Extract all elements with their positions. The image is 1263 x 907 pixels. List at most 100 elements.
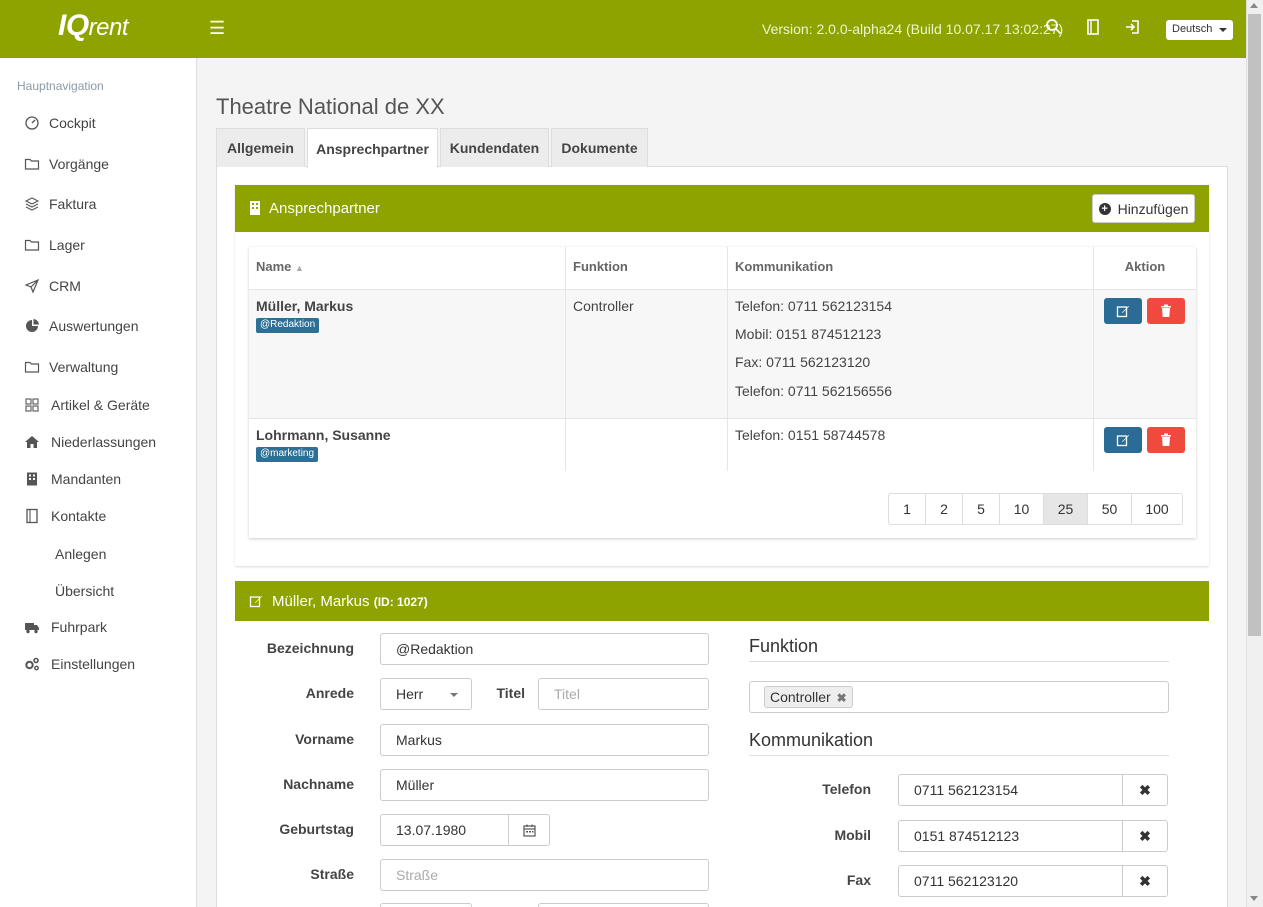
funktion-tag: Controller ✖︎ <box>764 686 853 708</box>
page-size-5[interactable]: 5 <box>963 494 1000 524</box>
sidebar-subitem-anlegen[interactable]: Anlegen <box>55 546 106 562</box>
calendar-button[interactable] <box>508 814 550 846</box>
contact-name: Müller, Markus <box>256 298 354 314</box>
sidebar-subitem-uebersicht[interactable]: Übersicht <box>55 583 114 599</box>
table-row[interactable] <box>249 290 1196 418</box>
page-size-1[interactable]: 1 <box>889 494 926 524</box>
contact-comm: Mobil: 0151 874512123 <box>735 326 882 342</box>
remove-fax-button[interactable]: ✖︎ <box>1122 865 1168 897</box>
contact-comm: Telefon: 0711 562123154 <box>735 298 892 314</box>
edit-button[interactable] <box>1104 427 1142 453</box>
column-header-aktion: Aktion <box>1124 259 1166 274</box>
page-size-100[interactable]: 100 <box>1132 494 1182 524</box>
edit-icon <box>1116 306 1129 318</box>
building-icon <box>27 472 37 486</box>
sidebar-item-mandanten[interactable]: Mandanten <box>24 468 121 490</box>
geburtstag-input[interactable]: 13.07.1980 <box>380 814 509 846</box>
anrede-select[interactable]: Herr <box>380 678 472 710</box>
sidebar-item-niederlassungen[interactable]: Niederlassungen <box>24 431 156 453</box>
delete-button[interactable] <box>1147 427 1185 453</box>
sidebar-item-lager[interactable]: Lager <box>24 234 85 256</box>
calendar-icon <box>522 824 536 837</box>
tab-ansprechpartner[interactable]: Ansprechpartner <box>307 128 438 168</box>
cogs-icon <box>25 657 39 671</box>
fax-label: Fax <box>846 872 871 888</box>
tab-allgemein[interactable]: Allgemein <box>216 128 305 167</box>
edit-icon <box>249 596 262 608</box>
paper-plane-icon <box>24 278 40 294</box>
vorname-label: Vorname <box>295 731 354 747</box>
page-size-10[interactable]: 10 <box>1000 494 1044 524</box>
page-size-2[interactable]: 2 <box>926 494 963 524</box>
version-label: Version: 2.0.0-alpha24 (Build 10.07.17 1… <box>762 21 1064 37</box>
ort-input[interactable] <box>538 903 709 907</box>
vorname-input[interactable]: Markus <box>380 724 709 756</box>
telefon-label: Telefon <box>822 781 871 797</box>
sort-icon: ▲︎ <box>295 263 304 273</box>
sidebar-item-verwaltung[interactable]: Verwaltung <box>24 356 118 378</box>
sidebar-item-crm[interactable]: CRM <box>24 275 81 297</box>
table-row[interactable] <box>249 419 1196 471</box>
close-icon: ✖︎ <box>1139 827 1151 844</box>
close-icon: ✖︎ <box>1139 781 1151 798</box>
bezeichnung-input[interactable]: @Redaktion <box>380 633 709 665</box>
nachname-label: Nachname <box>283 776 354 792</box>
address-book-icon[interactable] <box>1084 18 1102 36</box>
contacts-panel-title: Ansprechpartner <box>269 200 380 217</box>
sidebar-item-faktura[interactable]: Faktura <box>24 193 96 215</box>
remove-tag-icon[interactable]: ✖︎ <box>837 691 847 705</box>
plus-circle-icon: + <box>1098 202 1111 215</box>
chevron-down-icon <box>1219 28 1227 32</box>
contact-function: Controller <box>573 298 634 314</box>
sidebar-item-artikel-geraete[interactable]: Artikel & Geräte <box>24 394 150 416</box>
close-icon: ✖︎ <box>1139 872 1151 889</box>
pie-chart-icon <box>26 319 39 332</box>
contact-badge: @marketing <box>256 447 319 462</box>
mobil-label: Mobil <box>834 827 871 843</box>
logout-icon[interactable] <box>1124 18 1142 36</box>
page-size-25[interactable]: 25 <box>1044 494 1088 524</box>
sidebar-item-kontakte[interactable]: Kontakte <box>24 505 106 527</box>
mobil-input[interactable]: 0151 874512123 <box>898 820 1123 852</box>
folder-icon <box>24 361 40 373</box>
contact-badge: @Redaktion <box>256 318 320 333</box>
contact-name: Lohrmann, Susanne <box>256 427 391 443</box>
language-select[interactable]: Deutsch <box>1166 20 1233 40</box>
sidebar-item-vorgaenge[interactable]: Vorgänge <box>24 153 109 175</box>
add-contact-button[interactable]: + Hinzufügen <box>1092 194 1195 223</box>
search-icon[interactable] <box>1045 18 1063 36</box>
bezeichnung-label: Bezeichnung <box>266 640 354 656</box>
logo[interactable]: IQrent <box>58 9 129 43</box>
scrollbar-thumb[interactable] <box>1248 14 1261 636</box>
plz-input[interactable] <box>380 903 472 907</box>
home-icon <box>25 436 39 448</box>
scroll-down-icon[interactable] <box>1250 896 1258 901</box>
grid-icon <box>25 398 39 412</box>
edit-icon <box>1116 435 1129 447</box>
telefon-input[interactable]: 0711 562123154 <box>898 774 1123 806</box>
menu-toggle-icon[interactable]: ☰ <box>209 18 225 39</box>
tab-dokumente[interactable]: Dokumente <box>551 128 648 167</box>
column-header-name[interactable]: Name ▲︎ <box>249 247 311 290</box>
sidebar-item-auswertungen[interactable]: Auswertungen <box>24 315 139 337</box>
remove-telefon-button[interactable]: ✖︎ <box>1122 774 1168 806</box>
strasse-input[interactable]: Straße <box>380 859 709 891</box>
fax-input[interactable]: 0711 562123120 <box>898 865 1123 897</box>
scroll-up-icon[interactable] <box>1250 3 1258 8</box>
geburtstag-label: Geburtstag <box>279 821 354 837</box>
gauge-icon <box>25 116 39 130</box>
folder-icon <box>24 239 40 251</box>
nachname-input[interactable]: Müller <box>380 769 709 801</box>
remove-mobil-button[interactable]: ✖︎ <box>1122 820 1168 852</box>
tab-kundendaten[interactable]: Kundendaten <box>440 128 549 167</box>
page-size-selector: 1 2 5 10 25 50 100 <box>888 493 1183 525</box>
sidebar-item-fuhrpark[interactable]: Fuhrpark <box>24 616 107 638</box>
titel-input[interactable]: Titel <box>538 678 709 710</box>
edit-button[interactable] <box>1104 298 1142 324</box>
sidebar-title: Hauptnavigation <box>17 79 104 93</box>
sidebar-item-einstellungen[interactable]: Einstellungen <box>24 653 135 675</box>
sidebar-item-cockpit[interactable]: Cockpit <box>24 112 96 134</box>
delete-button[interactable] <box>1147 298 1185 324</box>
page-size-50[interactable]: 50 <box>1088 494 1132 524</box>
trash-icon <box>1161 304 1171 317</box>
